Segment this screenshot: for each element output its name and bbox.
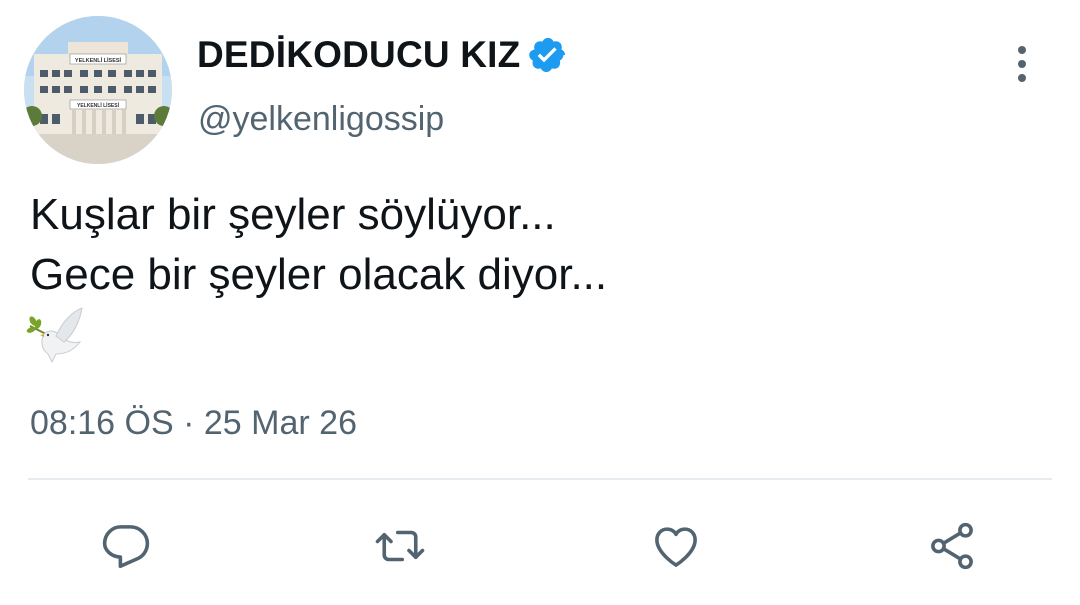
share-icon xyxy=(931,522,973,570)
tweet-date: 25 Mar 26 xyxy=(203,404,357,442)
divider xyxy=(28,478,1052,480)
avatar-sign-bottom: YELKENLİ LİSESİ xyxy=(77,102,120,109)
tweet-text-line-2: Gece bir şeyler olacak diyor... xyxy=(30,250,608,299)
avatar-sign-top: YELKENLİ LİSESİ xyxy=(75,57,122,64)
reply-button[interactable] xyxy=(98,518,154,574)
heart-icon xyxy=(655,527,697,567)
verified-badge-icon xyxy=(528,35,568,75)
dove-emoji-icon xyxy=(26,304,86,364)
school-building-avatar-image: YELKENLİ LİSESİ YELKENLİ LİSESİ xyxy=(24,16,172,164)
reply-icon xyxy=(102,525,150,569)
tweet-detail: YELKENLİ LİSESİ YELKENLİ LİSESİ DEDİKODU… xyxy=(0,0,1080,605)
meta-separator: · xyxy=(183,404,195,442)
tweet-timestamp[interactable]: 08:16 ÖS · 25 Mar 26 xyxy=(30,404,357,443)
more-options-button[interactable] xyxy=(1002,44,1042,84)
more-vertical-icon xyxy=(1018,46,1026,82)
retweet-button[interactable] xyxy=(372,518,428,574)
tweet-time: 08:16 ÖS xyxy=(30,404,174,442)
like-button[interactable] xyxy=(648,518,704,574)
display-name[interactable]: DEDİKODUCU KIZ xyxy=(197,34,520,76)
author-handle[interactable]: @yelkenligossip xyxy=(198,100,444,139)
retweet-icon xyxy=(375,530,425,562)
author-name-row[interactable]: DEDİKODUCU KIZ xyxy=(197,34,568,76)
avatar[interactable]: YELKENLİ LİSESİ YELKENLİ LİSESİ xyxy=(24,16,172,164)
share-button[interactable] xyxy=(924,518,980,574)
tweet-text-line-1: Kuşlar bir şeyler söylüyor... xyxy=(30,190,556,239)
